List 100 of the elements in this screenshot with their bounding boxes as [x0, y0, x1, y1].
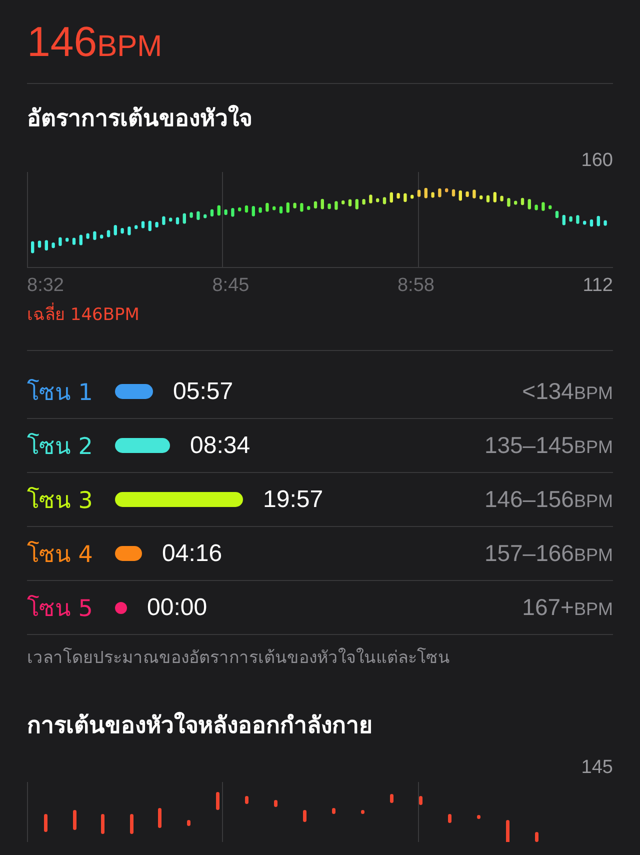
heart-rate-bar	[424, 188, 428, 198]
heart-rate-bar	[307, 206, 310, 210]
axis-label: 112	[582, 274, 613, 298]
axis-label: 145	[581, 757, 613, 778]
heart-rate-bar	[448, 814, 452, 823]
heart-rate-bar	[303, 810, 306, 822]
zone-label: โซน 3	[27, 486, 94, 516]
section-title: อัตราการเต้นของหัวใจ	[27, 104, 253, 134]
heart-rate-bar	[431, 192, 434, 198]
heart-rate-bar	[390, 192, 393, 203]
heart-rate-bar	[514, 200, 518, 205]
heart-rate-bar	[410, 194, 414, 199]
axis-label: 8:32	[27, 275, 64, 296]
heart-rate-bar	[216, 792, 220, 810]
heart-rate-bar	[134, 225, 138, 230]
heart-rate-bar	[141, 221, 145, 228]
heart-rate-bar	[520, 198, 524, 206]
heart-rate-bar	[583, 220, 586, 225]
zone-time: 04:16	[162, 540, 222, 568]
heart-rate-bar	[217, 205, 220, 216]
heart-rate-bar	[169, 218, 172, 222]
heart-rate-bar	[190, 212, 193, 218]
heart-rate-bar	[361, 810, 364, 814]
heart-rate-bar	[569, 216, 572, 222]
heart-rate-bar	[477, 815, 480, 819]
heart-rate-bar	[334, 201, 338, 210]
heart-rate-bar	[362, 199, 366, 205]
zone-label: โซน 2	[27, 432, 94, 462]
heart-rate-bar	[158, 808, 162, 828]
heart-rate-bar	[493, 192, 496, 202]
heart-rate-bar	[31, 241, 34, 254]
heart-rate-bar	[480, 195, 483, 200]
heart-rate-bar	[176, 217, 180, 224]
heart-rate-bar	[231, 208, 234, 217]
heart-rate-bar	[562, 214, 566, 226]
heart-rate-bar	[266, 202, 269, 212]
zones-note: เวลาโดยประมาณของอัตราการเต้นของหัวใจในแต่ละโซน	[27, 646, 451, 670]
heart-rate-bar	[590, 219, 594, 227]
zone-label: โซน 1	[27, 378, 94, 408]
heart-rate-bar	[44, 240, 48, 250]
heart-rate-bar	[320, 198, 324, 210]
heart-rate-bar	[245, 796, 248, 804]
heart-rate-bar	[604, 220, 607, 226]
heart-rate-bar	[438, 188, 442, 198]
heart-rate-bar	[542, 202, 545, 211]
heart-rate-bar	[120, 228, 124, 234]
heart-rate-bar	[390, 794, 394, 803]
heart-rate-bar	[396, 193, 400, 199]
heart-rate-bar	[419, 796, 422, 805]
heart-rate-bar	[382, 197, 386, 204]
axis-label: 8:58	[397, 275, 434, 296]
heart-rate-bar	[252, 206, 255, 216]
heart-rate-bar	[224, 209, 228, 215]
heart-rate-bar	[328, 204, 331, 210]
heart-rate-bar	[534, 204, 538, 210]
heart-rate-bar	[404, 193, 407, 202]
heart-rate-bar	[210, 209, 214, 216]
heart-rate-bar	[52, 242, 55, 248]
zone-range: 157–166BPM	[484, 540, 613, 567]
heart-rate-bar	[348, 199, 352, 206]
heart-rate-bar	[155, 222, 158, 228]
heart-rate-bar	[500, 196, 504, 202]
heart-rate-bar	[238, 207, 242, 212]
average-heart-rate: เฉลี่ย 146BPM	[27, 302, 613, 328]
heart-rate-bar	[272, 206, 276, 210]
heart-rate-bar	[342, 200, 345, 204]
heart-rate-bar	[355, 199, 358, 210]
axis-label: 8:45	[212, 275, 250, 296]
heart-rate-bar	[445, 188, 448, 192]
heart-rate-bar	[79, 234, 82, 246]
heart-rate-bar	[258, 207, 262, 213]
heart-rate-bar	[66, 238, 69, 242]
zone-range: 135–145BPM	[484, 432, 613, 459]
heart-rate-bar	[555, 210, 559, 218]
zone-range: 146–156BPM	[484, 486, 613, 513]
heart-rate-bar	[101, 814, 104, 834]
heart-rate-bar	[376, 198, 380, 202]
heart-rate-bar	[274, 800, 278, 807]
heart-rate-bar	[596, 216, 600, 226]
heart-rate-bar	[38, 240, 42, 248]
heart-rate-bar	[128, 226, 131, 236]
heart-rate-bar	[106, 230, 110, 238]
heart-rate-bar	[293, 202, 296, 208]
heart-rate-bar	[314, 201, 318, 208]
heart-rate-bar	[472, 190, 476, 198]
heart-rate-value: 146BPM	[27, 17, 164, 67]
heart-rate-bar	[279, 206, 283, 214]
heart-rate-bar	[73, 810, 76, 830]
heart-rate-bar	[576, 215, 580, 224]
heart-rate-bar	[369, 194, 372, 204]
heart-rate-bar	[100, 234, 104, 239]
heart-rate-bar	[93, 231, 96, 240]
zone-label: โซน 4	[27, 540, 94, 570]
axis-label: 160	[581, 150, 613, 171]
heart-rate-bar	[452, 189, 456, 196]
heart-rate-bar	[286, 202, 290, 213]
zone-time: 08:34	[190, 432, 250, 460]
zone-range: <134BPM	[522, 378, 613, 405]
heart-rate-bar	[535, 832, 538, 842]
heart-rate-bar	[528, 199, 531, 210]
